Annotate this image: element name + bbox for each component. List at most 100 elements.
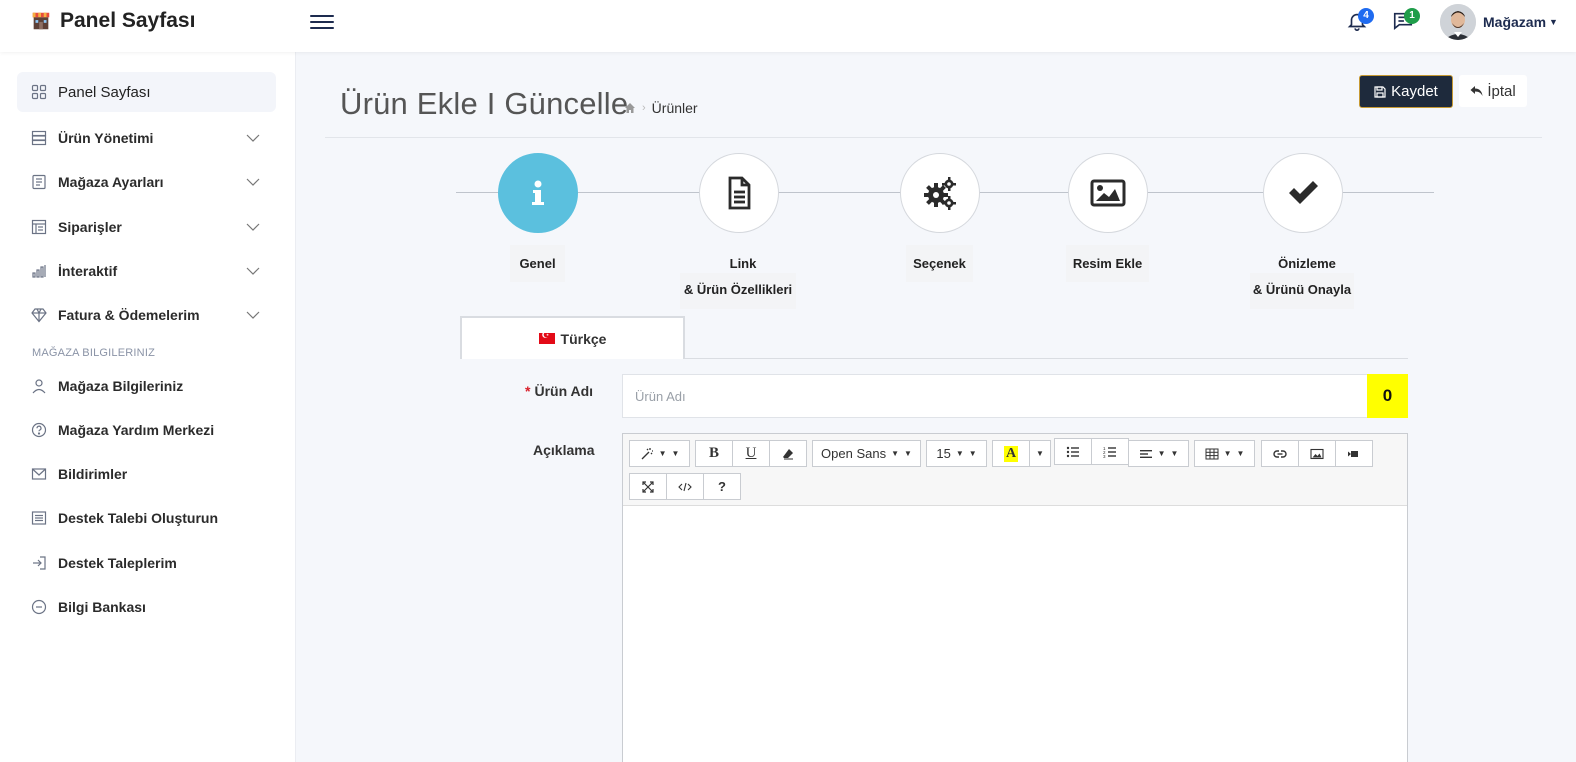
user-icon xyxy=(32,379,46,394)
picture-icon xyxy=(1310,448,1324,459)
sidebar-item-store-settings[interactable]: Mağaza Ayarları xyxy=(17,162,276,202)
text-color-icon: A xyxy=(1004,445,1018,462)
video-icon xyxy=(1348,450,1358,457)
sidebar-item-billing[interactable]: Fatura & Ödemelerim xyxy=(17,295,276,335)
breadcrumb-separator: › xyxy=(642,102,646,114)
step-link-features[interactable] xyxy=(699,153,779,233)
caret-down-icon: ▼ xyxy=(1170,449,1179,458)
style-dropdown-button[interactable]: ▼ ▼ xyxy=(629,440,690,467)
brand-title: Panel Sayfası xyxy=(60,9,196,32)
sidebar-item-label: Destek Talebi Oluşturun xyxy=(58,510,218,526)
home-icon[interactable] xyxy=(624,102,636,114)
sidebar-item-create-ticket[interactable]: Destek Talebi Oluşturun xyxy=(17,498,276,538)
brand[interactable]: Panel Sayfası xyxy=(30,9,195,33)
tab-label: Türkçe xyxy=(560,330,607,347)
clear-format-button[interactable] xyxy=(769,440,807,467)
minus-circle-icon xyxy=(31,599,47,615)
required-marker: * xyxy=(525,383,531,399)
document-list-icon xyxy=(31,511,47,525)
sidebar-item-label: Bilgi Bankası xyxy=(58,599,146,615)
sidebar-item-label: İnteraktif xyxy=(58,263,118,279)
step-options[interactable] xyxy=(900,153,980,233)
step-label-features[interactable]: & Ürün Özellikleri xyxy=(680,273,796,309)
page-title: Ürün Ekle I Güncelle xyxy=(340,86,629,121)
step-preview-approve[interactable] xyxy=(1263,153,1343,233)
highlight-color-button[interactable]: A xyxy=(992,440,1030,467)
underline-icon: U xyxy=(745,445,757,461)
editor-content-area[interactable] xyxy=(623,506,1407,762)
sidebar-item-label: Destek Taleplerim xyxy=(58,555,177,571)
sidebar-item-label: Mağaza Ayarları xyxy=(58,174,164,190)
ordered-list-button[interactable]: 123 xyxy=(1091,438,1129,465)
cancel-button[interactable]: İptal xyxy=(1459,75,1527,107)
step-label-add-image[interactable]: Resim Ekle xyxy=(1066,245,1149,282)
caret-down-icon: ▼ xyxy=(1549,17,1558,27)
paragraph-align-dropdown[interactable]: ▼ ▼ xyxy=(1128,440,1189,467)
sidebar-item-panel[interactable]: Panel Sayfası xyxy=(17,72,276,112)
top-bar: Panel Sayfası 4 1 Mağazam ▼ xyxy=(0,0,1576,52)
step-general[interactable] xyxy=(498,153,578,233)
step-label-approve[interactable]: & Ürünü Onayla xyxy=(1250,273,1354,309)
insert-image-button[interactable] xyxy=(1298,440,1336,467)
sidebar-item-label: Siparişler xyxy=(58,219,122,235)
menu-toggle-button[interactable] xyxy=(310,11,334,33)
sidebar-item-label: Fatura & Ödemelerim xyxy=(58,307,200,323)
sidebar-item-interactive[interactable]: İnteraktif xyxy=(17,251,276,291)
sidebar-item-product-management[interactable]: Ürün Yönetimi xyxy=(17,118,276,158)
product-name-field-wrapper: 0 xyxy=(622,374,1408,418)
caret-down-icon: ▼ xyxy=(1036,449,1044,458)
info-icon xyxy=(532,180,544,205)
sidebar-item-store-info[interactable]: Mağaza Bilgileriniz xyxy=(17,366,276,406)
list-icon xyxy=(32,174,46,190)
table-dropdown-button[interactable]: ▼ ▼ xyxy=(1194,440,1255,467)
unordered-list-button[interactable] xyxy=(1054,438,1092,465)
save-label: Kaydet xyxy=(1391,83,1438,100)
user-menu[interactable]: Mağazam ▼ xyxy=(1483,14,1558,30)
sidebar-item-label: Mağaza Yardım Merkezi xyxy=(58,422,215,438)
numbered-list-icon: 123 xyxy=(1103,446,1116,459)
step-add-image[interactable] xyxy=(1068,153,1148,233)
sidebar-item-orders[interactable]: Siparişler xyxy=(17,207,276,247)
sidebar-item-knowledge-base[interactable]: Bilgi Bankası xyxy=(17,587,276,627)
caret-down-icon: ▼ xyxy=(658,449,667,458)
caret-down-icon: ▼ xyxy=(671,449,680,458)
bold-icon: B xyxy=(708,445,719,461)
insert-link-button[interactable] xyxy=(1261,440,1299,467)
step-label-general[interactable]: Genel xyxy=(510,245,565,282)
breadcrumb-item[interactable]: Ürünler xyxy=(652,100,698,116)
sidebar-item-label: Panel Sayfası xyxy=(58,83,151,101)
font-family-dropdown[interactable]: Open Sans ▼ ▼ xyxy=(812,440,921,467)
editor-toolbar: ▼ ▼ B U Open Sans ▼ ▼ 15 ▼ ▼ A ▼ 123 ▼ ▼ ▼ ▼ xyxy=(623,434,1407,506)
color-dropdown-button[interactable]: ▼ xyxy=(1029,440,1051,467)
notifications-button[interactable]: 4 xyxy=(1346,8,1374,36)
code-view-button[interactable] xyxy=(666,473,704,500)
sidebar-item-my-tickets[interactable]: Destek Taleplerim xyxy=(17,543,276,583)
bold-button[interactable]: B xyxy=(695,440,733,467)
sidebar-item-notifications[interactable]: Bildirimler xyxy=(17,454,276,494)
avatar[interactable] xyxy=(1440,4,1476,40)
messages-button[interactable]: 1 xyxy=(1392,8,1420,36)
chevron-down-icon xyxy=(246,134,260,142)
chevron-down-icon xyxy=(246,178,260,186)
caret-down-icon: ▼ xyxy=(1223,449,1232,458)
save-button[interactable]: Kaydet xyxy=(1359,75,1453,108)
cancel-label: İptal xyxy=(1487,82,1516,100)
step-label-options[interactable]: Seçenek xyxy=(906,245,973,282)
sidebar-item-help-center[interactable]: Mağaza Yardım Merkezi xyxy=(17,410,276,450)
server-icon xyxy=(31,130,47,146)
table-grid-icon xyxy=(1205,448,1219,459)
chevron-down-icon xyxy=(246,311,260,319)
chevron-down-icon xyxy=(246,267,260,275)
insert-video-button[interactable] xyxy=(1335,440,1373,467)
fullscreen-button[interactable] xyxy=(629,473,667,500)
tab-turkish[interactable]: Türkçe xyxy=(460,316,685,359)
underline-button[interactable]: U xyxy=(732,440,770,467)
breadcrumb: › Ürünler xyxy=(624,100,698,116)
product-name-input[interactable] xyxy=(623,375,1369,417)
help-button[interactable]: ? xyxy=(703,473,741,500)
product-name-label: * Ürün Adı xyxy=(525,383,594,399)
align-left-icon xyxy=(1139,449,1152,458)
font-size-dropdown[interactable]: 15 ▼ ▼ xyxy=(926,440,987,467)
help-circle-icon xyxy=(31,422,47,438)
question-icon: ? xyxy=(718,479,726,494)
